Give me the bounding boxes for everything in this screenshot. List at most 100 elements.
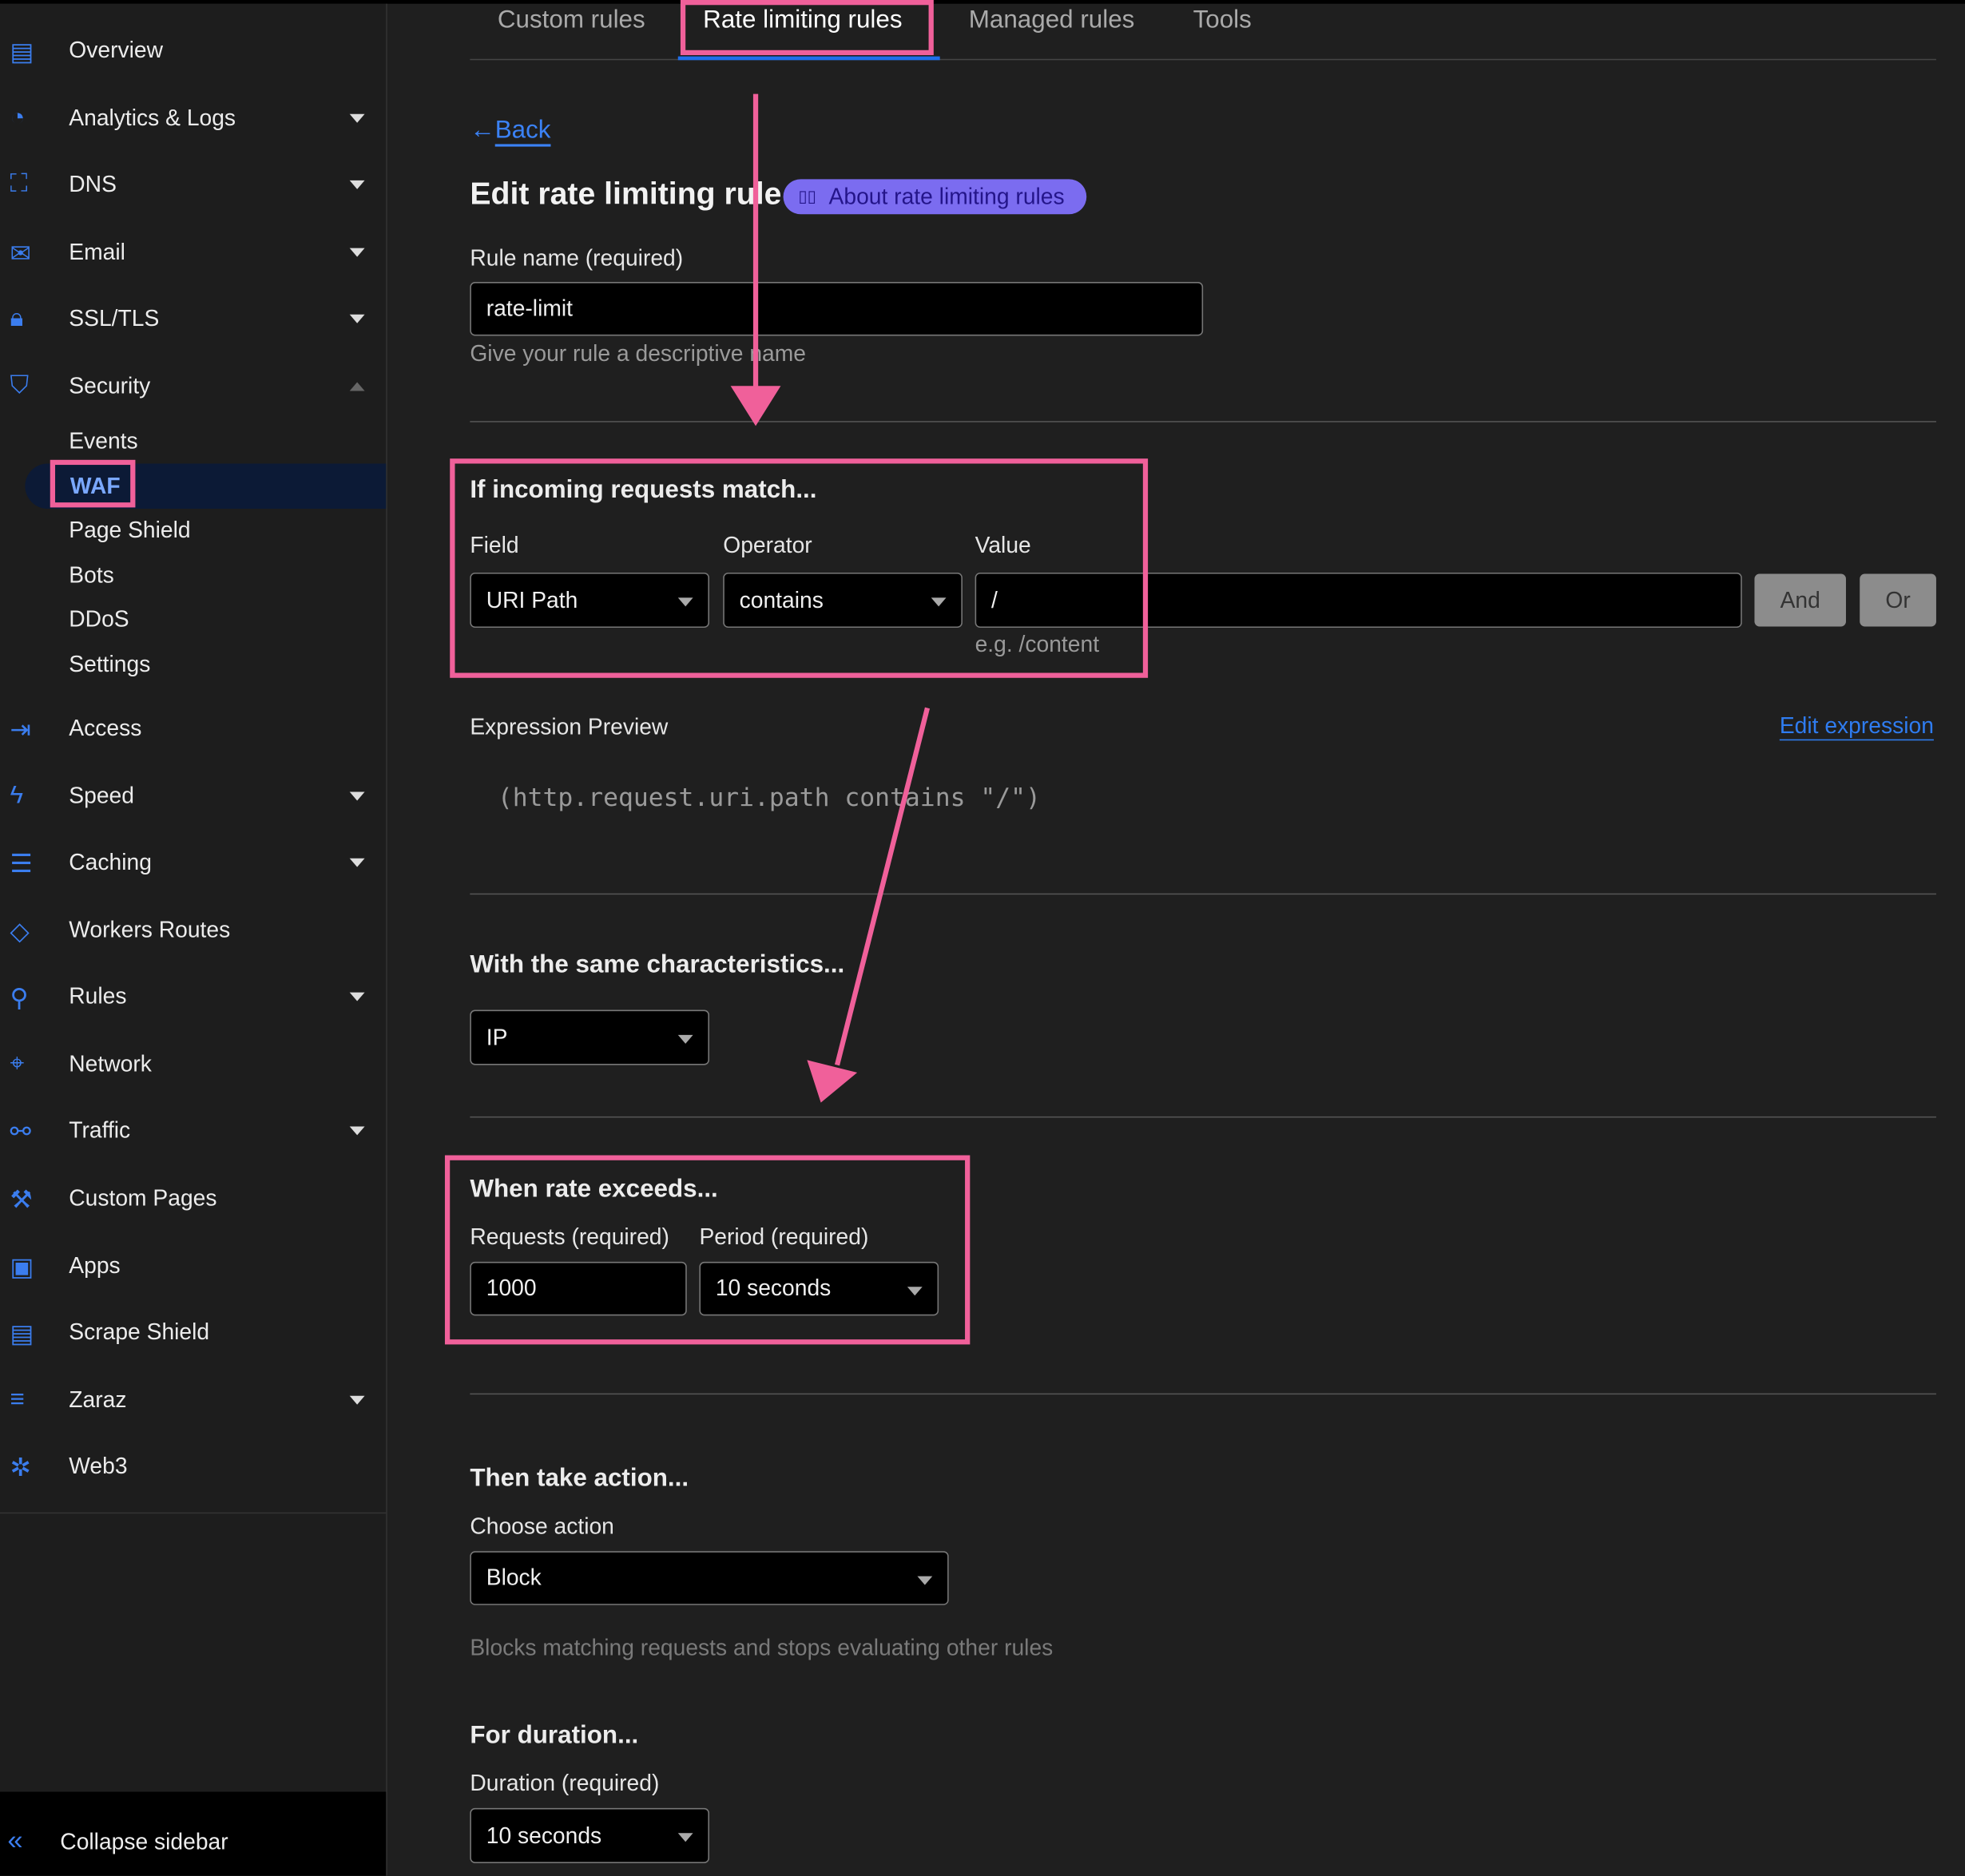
workers-icon: ◇ — [10, 918, 30, 946]
tab-annotation-box — [680, 0, 934, 56]
sidebar-item-analytics-logs[interactable]: ◔ Analytics & Logs — [0, 99, 386, 137]
back-link[interactable]: ←Back — [470, 117, 550, 145]
or-button[interactable]: Or — [1860, 573, 1936, 627]
sidebar-item-zaraz[interactable]: ≡ Zaraz — [0, 1381, 386, 1418]
sidebar-item-label: SSL/TLS — [69, 305, 160, 331]
clipboard-icon: ▤ — [10, 38, 34, 67]
edit-expression-link[interactable]: Edit expression — [1780, 713, 1934, 740]
sidebar-item-custom-pages[interactable]: ⚒ Custom Pages — [0, 1179, 386, 1216]
sidebar-item-ssl-tls[interactable]: 🔒︎ SSL/TLS — [0, 299, 386, 337]
caret-down-icon[interactable] — [349, 791, 365, 800]
sidebar-item-label: Network — [69, 1050, 152, 1076]
caret-down-icon[interactable] — [349, 1125, 365, 1135]
sidebar-item-caching[interactable]: ☰ Caching — [0, 843, 386, 881]
expression-code: (http.request.uri.path contains "/") — [497, 781, 1041, 812]
sidebar-item-workers-routes[interactable]: ◇ Workers Routes — [0, 911, 386, 949]
caret-down-icon[interactable] — [349, 314, 365, 323]
sidebar-subitem-bots[interactable]: Bots — [69, 562, 114, 589]
caret-down-icon[interactable] — [349, 991, 365, 1001]
sidebar-item-overview[interactable]: ▤ Overview — [0, 31, 386, 69]
rule-name-hint: Give your rule a descriptive name — [470, 340, 806, 367]
sidebar-item-label: Analytics & Logs — [69, 105, 236, 130]
sidebar-subitem-events[interactable]: Events — [69, 429, 137, 455]
waf-annotation-box — [50, 459, 136, 508]
sidebar-item-label: Overview — [69, 37, 163, 62]
action-value: Block — [486, 1565, 542, 1590]
sidebar-item-label: Traffic — [69, 1116, 131, 1143]
expression-preview-label: Expression Preview — [470, 714, 669, 740]
active-tab-indicator — [677, 56, 940, 61]
sidebar-item-label: Rules — [69, 982, 127, 1009]
duration-heading: For duration... — [470, 1721, 639, 1750]
double-chevron-left-icon: « — [7, 1824, 23, 1856]
caret-down-icon[interactable] — [349, 1394, 365, 1404]
location-pin-icon: ⌖ — [10, 1049, 25, 1078]
apps-icon: ▣ — [10, 1254, 34, 1282]
sidebar-item-speed[interactable]: ϟ Speed — [0, 777, 386, 815]
sidebar-item-traffic[interactable]: ⚯ Traffic — [0, 1112, 386, 1149]
network-tree-icon: ⛶ — [10, 170, 28, 198]
action-heading: Then take action... — [470, 1465, 689, 1493]
sidebar-item-label: DNS — [69, 171, 117, 196]
section-divider — [470, 893, 1936, 895]
sidebar-item-dns[interactable]: ⛶ DNS — [0, 165, 386, 203]
sidebar-subitem-settings[interactable]: Settings — [69, 652, 150, 678]
tab-managed-rules[interactable]: Managed rules — [969, 6, 1135, 35]
match-annotation-box — [450, 458, 1149, 678]
caret-down-icon — [917, 1576, 933, 1585]
sidebar-subitem-ddos[interactable]: DDoS — [69, 606, 129, 633]
sidebar-item-label: Web3 — [69, 1453, 128, 1478]
sidebar-item-label: Caching — [69, 848, 152, 875]
caret-down-icon[interactable] — [349, 180, 365, 189]
sidebar-item-label: Apps — [69, 1252, 121, 1278]
arrow-2-head — [807, 1060, 858, 1103]
rule-name-value: rate-limit — [486, 295, 574, 321]
sidebar-item-label: Scrape Shield — [69, 1319, 210, 1344]
sidebar-item-scrape-shield[interactable]: ▤ Scrape Shield — [0, 1313, 386, 1350]
tab-tools[interactable]: Tools — [1193, 6, 1252, 35]
characteristics-select[interactable]: IP — [470, 1009, 709, 1065]
section-divider — [470, 421, 1936, 422]
characteristics-value: IP — [486, 1024, 508, 1049]
tab-custom-rules[interactable]: Custom rules — [498, 6, 645, 35]
rate-annotation-box — [444, 1155, 971, 1345]
action-select[interactable]: Block — [470, 1551, 949, 1605]
caret-down-icon[interactable] — [349, 247, 365, 256]
caret-down-icon[interactable] — [349, 113, 365, 122]
about-rate-limiting-link[interactable]: ▯▯ About rate limiting rules — [783, 179, 1087, 215]
collapse-sidebar-button[interactable]: « Collapse sidebar — [0, 1791, 387, 1876]
duration-select[interactable]: 10 seconds — [470, 1807, 709, 1863]
sidebar-subitem-page-shield[interactable]: Page Shield — [69, 518, 190, 544]
wrench-icon: ⚒ — [10, 1186, 33, 1215]
sidebar-item-email[interactable]: ✉ Email — [0, 233, 386, 271]
duration-value: 10 seconds — [486, 1822, 602, 1848]
sidebar-item-apps[interactable]: ▣ Apps — [0, 1247, 386, 1284]
sidebar-item-label: Email — [69, 238, 125, 264]
choose-action-label: Choose action — [470, 1513, 614, 1539]
traffic-icon: ⚯ — [10, 1119, 31, 1147]
and-button[interactable]: And — [1754, 573, 1846, 627]
app-window: ▤ Overview ◔ Analytics & Logs ⛶ DNS ✉ Email 🔒︎ SS… — [0, 0, 1965, 1876]
lightning-icon: ϟ — [10, 781, 24, 810]
sidebar-item-security[interactable]: ⛉ Security — [0, 367, 386, 405]
page-title: Edit rate limiting rule — [470, 176, 782, 212]
caret-down-icon — [677, 1034, 693, 1044]
rule-name-input[interactable]: rate-limit — [470, 282, 1204, 336]
characteristics-heading: With the same characteristics... — [470, 950, 845, 979]
arrow-2-line — [834, 707, 931, 1066]
access-icon: ⇥ — [10, 716, 31, 744]
sidebar-item-web3[interactable]: ✲ Web3 — [0, 1447, 386, 1485]
lock-icon: 🔒︎ — [10, 304, 24, 332]
sidebar-item-rules[interactable]: ⚲ Rules — [0, 978, 386, 1015]
sidebar-item-network[interactable]: ⌖ Network — [0, 1045, 386, 1082]
sidebar-item-label: Speed — [69, 782, 134, 808]
sidebar-item-label: Security — [69, 372, 151, 399]
sidebar-item-label: Workers Routes — [69, 916, 231, 942]
shield-icon: ⛉ — [10, 371, 30, 400]
sidebar-item-access[interactable]: ⇥ Access — [0, 709, 386, 747]
caret-down-icon[interactable] — [349, 857, 365, 867]
funnel-icon: ⚲ — [10, 985, 29, 1013]
section-divider — [470, 1393, 1936, 1395]
sidebar-item-label: Custom Pages — [69, 1184, 217, 1210]
caret-up-icon[interactable] — [349, 381, 365, 391]
